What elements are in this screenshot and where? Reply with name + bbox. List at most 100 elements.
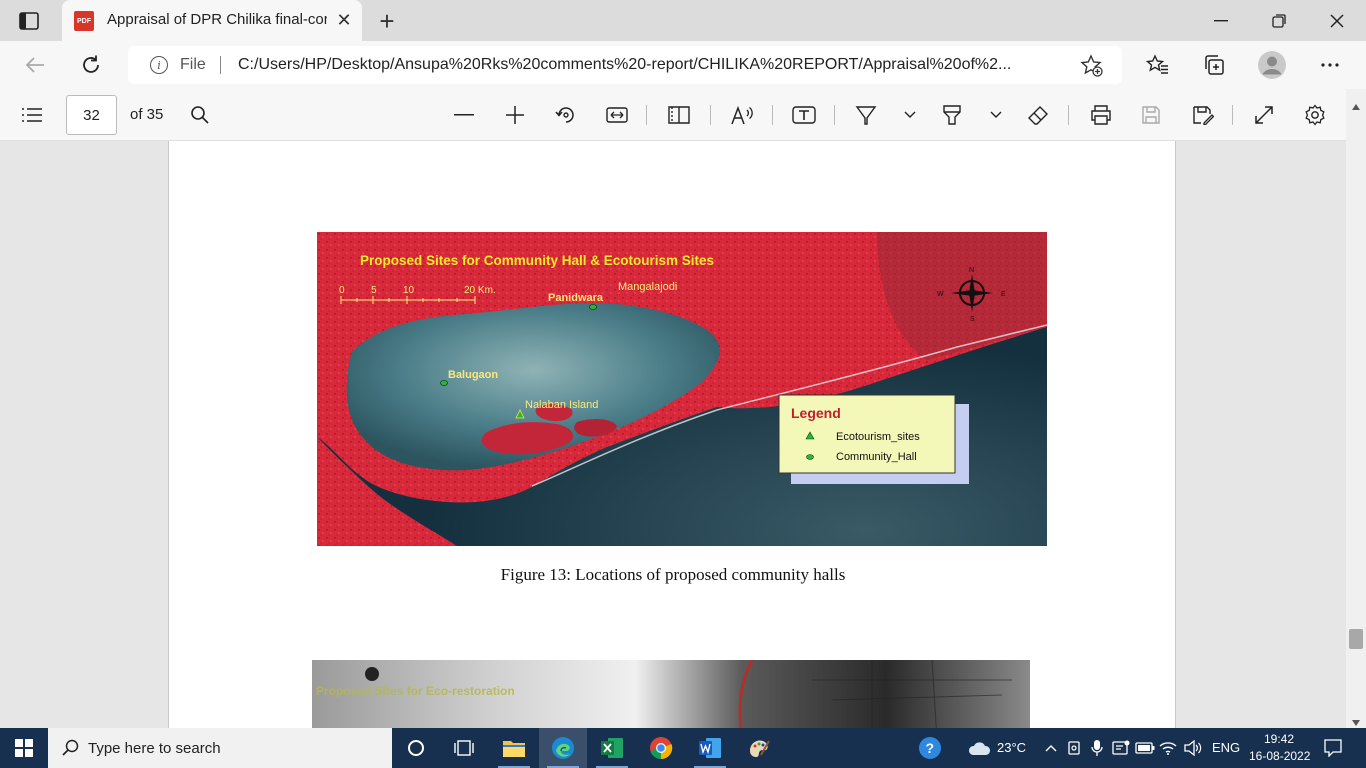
cortana-button[interactable]	[392, 728, 440, 768]
save-as-button[interactable]	[1189, 101, 1217, 129]
url-text[interactable]: C:/Users/HP/Desktop/Ansupa%20Rks%20comme…	[238, 56, 1068, 74]
close-tab-icon[interactable]: ✕	[334, 10, 354, 30]
new-tab-button[interactable]: +	[372, 6, 402, 36]
zoom-in-button[interactable]	[501, 101, 529, 129]
close-window-button[interactable]	[1308, 0, 1366, 41]
tab-actions-button[interactable]	[12, 8, 46, 34]
chevron-down-icon	[904, 111, 916, 118]
back-button[interactable]	[18, 48, 52, 82]
input-language[interactable]: ENG	[1212, 740, 1240, 755]
community-hall-marker-balugaon	[440, 380, 448, 386]
more-icon	[1321, 63, 1339, 67]
help-icon[interactable]: ?	[918, 736, 942, 760]
toolbar-divider	[834, 105, 835, 125]
favorites-icon	[1146, 54, 1168, 74]
edge-taskbar-button[interactable]	[539, 728, 587, 768]
weather-temperature[interactable]: 23°C	[997, 740, 1026, 755]
page-number-input[interactable]: 32	[66, 95, 117, 135]
compass-n: N	[969, 267, 974, 274]
avatar-icon	[1258, 51, 1286, 79]
read-aloud-button[interactable]	[728, 101, 756, 129]
vertical-scrollbar[interactable]	[1346, 89, 1366, 728]
search-icon	[62, 739, 79, 756]
scroll-up-icon[interactable]	[1352, 97, 1360, 115]
device-icon[interactable]	[1064, 738, 1084, 758]
add-text-button[interactable]	[790, 101, 818, 129]
highlight-button[interactable]	[938, 101, 966, 129]
clock-date[interactable]: 16-08-2022	[1249, 749, 1310, 763]
draw-options-button[interactable]	[896, 101, 924, 129]
erase-button[interactable]	[1024, 101, 1052, 129]
scale-tick-20: 20 Km.	[464, 285, 496, 296]
favorites-button[interactable]	[1141, 48, 1175, 82]
contents-button[interactable]	[18, 101, 46, 129]
browser-tab-active[interactable]: PDF Appraisal of DPR Chilika final-cor ✕	[62, 0, 362, 41]
legend-community: Community_Hall	[836, 451, 917, 463]
clock-time[interactable]: 19:42	[1264, 732, 1294, 746]
minimize-button[interactable]	[1192, 0, 1250, 41]
restore-button[interactable]	[1250, 0, 1308, 41]
task-view-button[interactable]	[440, 728, 488, 768]
collections-button[interactable]	[1197, 48, 1231, 82]
read-aloud-icon	[731, 105, 753, 125]
highlight-options-button[interactable]	[982, 101, 1010, 129]
address-bar: i File C:/Users/HP/Desktop/Ansupa%20Rks%…	[0, 41, 1366, 89]
file-scheme-label: File	[180, 56, 206, 73]
info-icon[interactable]: i	[150, 56, 168, 74]
legend-ecotourism: Ecotourism_sites	[836, 431, 920, 443]
toolbar-divider	[710, 105, 711, 125]
battery-icon[interactable]	[1135, 738, 1155, 758]
action-center-icon[interactable]	[1323, 738, 1343, 758]
save-as-icon	[1193, 106, 1214, 125]
place-label-mangalajodi: Mangalajodi	[618, 281, 677, 293]
profile-button[interactable]	[1255, 48, 1289, 82]
add-favorite-icon[interactable]	[1080, 54, 1104, 78]
svg-text:?: ?	[926, 740, 935, 756]
scroll-thumb[interactable]	[1349, 629, 1363, 649]
settings-more-button[interactable]	[1313, 48, 1347, 82]
pdf-page: Proposed Sites for Community Hall & Ecot…	[168, 141, 1176, 728]
zoom-out-button[interactable]	[450, 101, 478, 129]
file-explorer-button[interactable]	[490, 728, 538, 768]
paint-button[interactable]	[735, 728, 783, 768]
word-icon	[699, 738, 721, 758]
toolbar-divider	[772, 105, 773, 125]
toolbar-divider	[1232, 105, 1233, 125]
chevron-up-icon[interactable]	[1041, 738, 1061, 758]
chrome-button[interactable]	[637, 728, 685, 768]
search-icon	[191, 106, 209, 124]
full-screen-button[interactable]	[1250, 101, 1278, 129]
print-button[interactable]	[1087, 101, 1115, 129]
draw-button[interactable]	[852, 101, 880, 129]
weather-icon[interactable]	[966, 738, 992, 758]
microphone-icon[interactable]	[1087, 738, 1107, 758]
edge-browser-window: PDF Appraisal of DPR Chilika final-cor ✕…	[0, 0, 1366, 768]
table-of-contents-icon	[22, 108, 42, 122]
next-figure-title: Proposed Sites for Eco-restoration	[316, 684, 515, 698]
text-box-icon	[792, 106, 816, 124]
pdf-settings-button[interactable]	[1301, 101, 1329, 129]
scale-tick-10: 10	[403, 285, 415, 296]
start-button[interactable]	[0, 728, 48, 768]
rotate-button[interactable]	[552, 101, 580, 129]
expand-icon	[1255, 106, 1273, 124]
taskbar-search-box[interactable]: Type here to search	[48, 728, 392, 768]
wifi-icon[interactable]	[1158, 738, 1178, 758]
excel-button[interactable]	[588, 728, 636, 768]
fit-to-width-button[interactable]	[603, 101, 631, 129]
pdf-toolbar: 32 of 35	[0, 89, 1366, 141]
scale-tick-5: 5	[371, 285, 377, 296]
page-view-button[interactable]	[665, 101, 693, 129]
url-field[interactable]: i File C:/Users/HP/Desktop/Ansupa%20Rks%…	[128, 46, 1122, 84]
figure-caption: Figure 13: Locations of proposed communi…	[500, 565, 846, 584]
volume-icon[interactable]	[1183, 738, 1203, 758]
save-button[interactable]	[1137, 101, 1165, 129]
document-viewer[interactable]: Proposed Sites for Community Hall & Ecot…	[0, 141, 1346, 728]
place-label-panidwara: Panidwara	[548, 292, 604, 304]
notification-manager-icon[interactable]	[1111, 738, 1131, 758]
refresh-button[interactable]	[74, 48, 108, 82]
find-button[interactable]	[186, 101, 214, 129]
fit-width-icon	[606, 107, 628, 123]
word-button[interactable]	[686, 728, 734, 768]
tab-title: Appraisal of DPR Chilika final-cor	[107, 11, 327, 28]
